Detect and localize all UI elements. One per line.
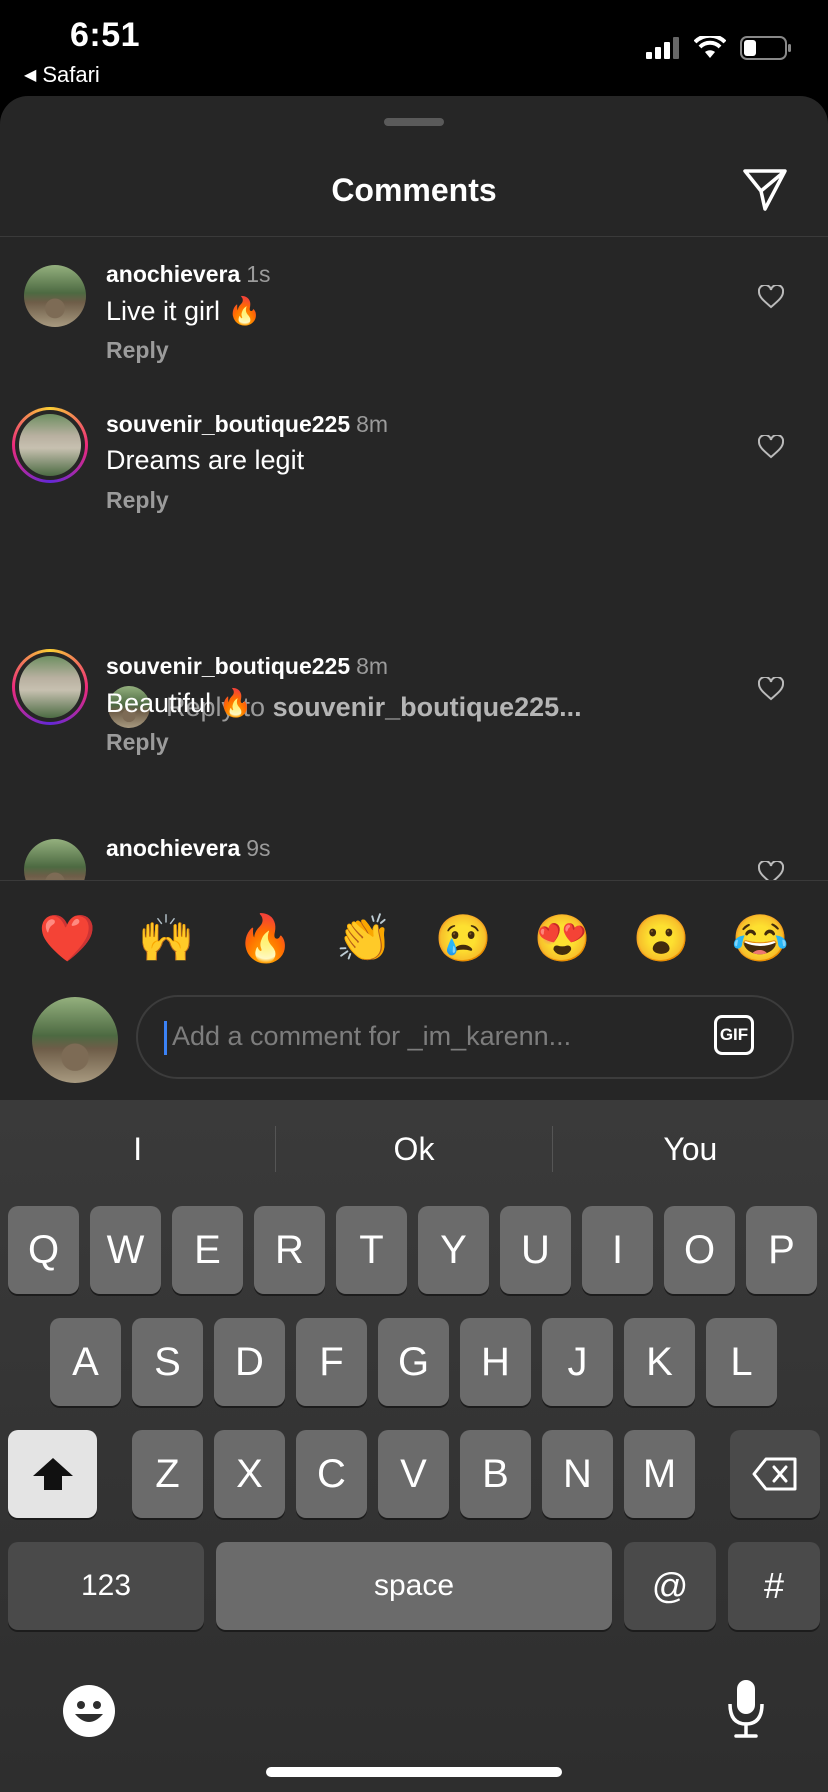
text-caret [164,1021,167,1055]
emoji-fire[interactable]: 🔥 [236,911,296,966]
comment-time: 8m [356,653,389,679]
key-e[interactable]: E [172,1206,243,1294]
emoji-clapping[interactable]: 👏 [335,911,395,966]
comment-input[interactable]: Add a comment for _im_karenn... GIF [136,995,794,1079]
predictive-suggestions: I Ok You [0,1114,828,1184]
key-u[interactable]: U [500,1206,571,1294]
key-a[interactable]: A [50,1318,121,1406]
gif-button[interactable]: GIF [714,1015,754,1055]
like-heart-icon[interactable] [758,285,784,309]
key-i[interactable]: I [582,1206,653,1294]
comment-author[interactable]: anochievera 9s [106,835,271,862]
shift-arrow-icon [32,1458,73,1490]
key-p[interactable]: P [746,1206,817,1294]
key-g[interactable]: G [378,1318,449,1406]
key-v[interactable]: V [378,1430,449,1518]
back-app-label: Safari [42,62,100,87]
avatar[interactable] [24,265,86,327]
sheet-grabber[interactable] [384,118,444,126]
comment-time: 9s [246,835,271,861]
sheet-title: Comments [331,172,497,208]
emoji-laughing[interactable]: 😂 [731,911,791,966]
comment-author[interactable]: souvenir_boutique225 8m [106,653,388,680]
cellular-signal-icon [646,37,679,59]
emoji-heart-eyes[interactable]: 😍 [533,911,593,966]
battery-icon [740,36,791,60]
back-to-safari[interactable]: ◀ Safari [24,62,100,88]
key-f[interactable]: F [296,1318,367,1406]
comment-time: 8m [356,411,389,437]
reply-button[interactable]: Reply [106,337,169,364]
backspace-icon [752,1457,797,1491]
hash-key[interactable]: # [728,1542,820,1630]
key-j[interactable]: J [542,1318,613,1406]
key-w[interactable]: W [90,1206,161,1294]
back-triangle-icon: ◀ [24,67,37,84]
key-o[interactable]: O [664,1206,735,1294]
reply-prompt-target: souvenir_boutique225... [272,691,582,722]
share-send-icon[interactable] [742,168,788,212]
like-heart-icon[interactable] [758,861,784,880]
emoji-crying[interactable]: 😢 [434,911,494,966]
reply-button[interactable]: Reply [106,729,169,756]
comment-input-placeholder: Add a comment for _im_karenn... [172,1021,572,1051]
home-indicator[interactable] [266,1767,562,1777]
status-icons [646,36,792,60]
key-c[interactable]: C [296,1430,367,1518]
comment-text: Live it girl 🔥 [106,296,262,326]
key-x[interactable]: X [214,1430,285,1518]
space-key[interactable]: space [216,1542,612,1630]
emoji-quick-reactions: ❤️ 🙌 🔥 👏 😢 😍 😮 😂 Add a comment for _im_k… [0,880,828,1101]
key-k[interactable]: K [624,1318,695,1406]
key-q[interactable]: Q [8,1206,79,1294]
key-t[interactable]: T [336,1206,407,1294]
wifi-icon [694,36,726,58]
shift-key[interactable] [8,1430,97,1518]
emoji-keyboard-icon[interactable] [62,1684,116,1738]
emoji-row: ❤️ 🙌 🔥 👏 😢 😍 😮 😂 [0,911,828,966]
suggestion-3[interactable]: You [553,1114,828,1184]
avatar[interactable] [24,839,86,880]
comment-time: 1s [246,261,271,287]
current-user-avatar [32,997,118,1083]
key-m[interactable]: M [624,1430,695,1518]
emoji-heart[interactable]: ❤️ [38,911,98,966]
status-time: 6:51 [70,16,141,54]
key-z[interactable]: Z [132,1430,203,1518]
comment-author[interactable]: souvenir_boutique225 8m [106,411,388,438]
key-y[interactable]: Y [418,1206,489,1294]
microphone-icon[interactable] [726,1678,766,1738]
comment-text: Beautiful 🔥 [106,688,253,718]
comments-list: anochievera 1s Live it girl 🔥 Reply souve… [0,237,828,880]
suggestion-1[interactable]: I [0,1114,275,1184]
status-bar: 6:51 ◀ Safari [0,0,828,96]
key-h[interactable]: H [460,1318,531,1406]
comment-text: Dreams are legit [106,445,305,475]
key-l[interactable]: L [706,1318,777,1406]
key-s[interactable]: S [132,1318,203,1406]
story-ring-avatar[interactable] [12,407,88,483]
reply-button[interactable]: Reply [106,487,169,514]
at-key[interactable]: @ [624,1542,716,1630]
backspace-key[interactable] [730,1430,820,1518]
emoji-raised-hands[interactable]: 🙌 [137,911,197,966]
numbers-key[interactable]: 123 [8,1542,204,1630]
key-d[interactable]: D [214,1318,285,1406]
story-ring-avatar[interactable] [12,649,88,725]
suggestion-2[interactable]: Ok [276,1114,551,1184]
key-r[interactable]: R [254,1206,325,1294]
key-b[interactable]: B [460,1430,531,1518]
like-heart-icon[interactable] [758,677,784,701]
comment-author[interactable]: anochievera 1s [106,261,271,288]
emoji-surprised[interactable]: 😮 [632,911,692,966]
like-heart-icon[interactable] [758,435,784,459]
keyboard: I Ok You Q W E R T Y U I O P A S D F G H… [0,1100,828,1792]
key-n[interactable]: N [542,1430,613,1518]
